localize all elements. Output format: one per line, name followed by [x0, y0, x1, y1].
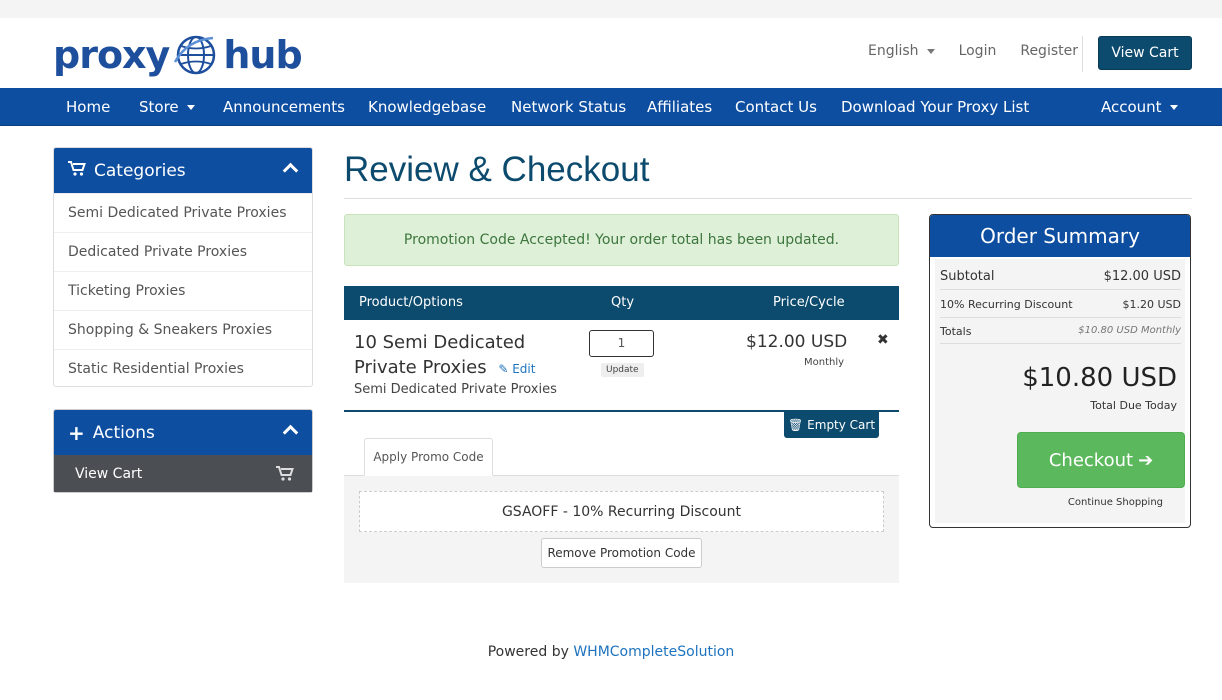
logo[interactable]: proxy hub	[53, 30, 303, 80]
quantity-input[interactable]: 1	[589, 330, 654, 357]
empty-cart-label: Empty Cart	[807, 418, 876, 432]
totals-row: Totals $10.80 USD Monthly	[940, 325, 1181, 338]
actions-panel: + Actions View Cart	[53, 409, 313, 493]
action-view-cart-label: View Cart	[75, 465, 143, 482]
trash-icon: 🗑	[787, 418, 804, 432]
view-cart-button[interactable]: View Cart	[1098, 36, 1192, 70]
discount-label: 10% Recurring Discount	[940, 298, 1073, 311]
action-view-cart[interactable]: View Cart	[54, 455, 312, 492]
nav-affiliates[interactable]: Affiliates	[647, 88, 712, 126]
category-shopping-sneakers[interactable]: Shopping & Sneakers Proxies	[54, 310, 312, 349]
checkout-button[interactable]: Checkout ➔	[1017, 432, 1185, 488]
column-product: Product/Options	[359, 295, 463, 310]
actions-title: Actions	[92, 422, 155, 443]
nav-account[interactable]: Account	[1101, 88, 1178, 126]
product-group: Semi Dedicated Private Proxies	[354, 382, 557, 397]
language-selector[interactable]: English	[868, 43, 935, 59]
discount-value: $1.20 USD	[1122, 298, 1182, 311]
actions-header[interactable]: + Actions	[54, 410, 312, 455]
empty-cart-button[interactable]: 🗑 Empty Cart	[784, 412, 879, 438]
title-divider	[344, 198, 1192, 199]
remove-item-icon[interactable]: ✖	[877, 332, 889, 348]
continue-shopping-link[interactable]: Continue Shopping	[1068, 497, 1163, 508]
cart-table-header: Product/Options Qty Price/Cycle	[344, 286, 899, 320]
totals-value: $10.80 USD Monthly	[1078, 325, 1181, 336]
language-label: English	[868, 43, 919, 59]
subtotal-row: Subtotal $12.00 USD	[940, 269, 1181, 284]
chevron-up-icon[interactable]	[282, 162, 299, 179]
product-name: 10 Semi Dedicated Private Proxies ✎ Edit	[354, 330, 554, 382]
logo-text-hub: hub	[223, 33, 302, 77]
chevron-down-icon	[926, 48, 935, 54]
column-price: Price/Cycle	[773, 295, 845, 310]
nav-announcements[interactable]: Announcements	[223, 88, 345, 126]
page-title: Review & Checkout	[344, 150, 650, 189]
applied-promo-code: GSAOFF - 10% Recurring Discount	[359, 491, 884, 532]
footer-link[interactable]: WHMCompleteSolution	[573, 644, 734, 660]
order-summary-title: Order Summary	[930, 215, 1190, 257]
site-header: proxy hub English Login Register View Ca…	[0, 18, 1222, 88]
nav-account-label: Account	[1101, 98, 1162, 116]
chevron-up-icon[interactable]	[282, 424, 299, 441]
chevron-down-icon	[1169, 105, 1178, 110]
order-summary: Order Summary Subtotal $12.00 USD 10% Re…	[929, 214, 1191, 528]
pencil-icon: ✎	[498, 362, 509, 376]
order-summary-body: Subtotal $12.00 USD 10% Recurring Discou…	[935, 259, 1185, 523]
top-strip	[0, 0, 1222, 18]
nav-network-status[interactable]: Network Status	[511, 88, 626, 126]
remove-promotion-code-button[interactable]: Remove Promotion Code	[541, 538, 702, 568]
nav-knowledgebase[interactable]: Knowledgebase	[368, 88, 486, 126]
total-due-label: Total Due Today	[1090, 399, 1177, 412]
category-dedicated[interactable]: Dedicated Private Proxies	[54, 232, 312, 271]
category-ticketing[interactable]: Ticketing Proxies	[54, 271, 312, 310]
cart-item-row: 10 Semi Dedicated Private Proxies ✎ Edit…	[344, 320, 899, 412]
category-static-residential[interactable]: Static Residential Proxies	[54, 349, 312, 388]
subtotal-value: $12.00 USD	[1103, 269, 1181, 284]
total-due-amount: $10.80 USD	[1022, 363, 1177, 393]
discount-row: 10% Recurring Discount $1.20 USD	[940, 298, 1181, 311]
cart-icon	[276, 466, 294, 485]
header-divider	[1082, 36, 1083, 72]
categories-header[interactable]: Categories	[54, 148, 312, 193]
categories-panel: Categories Semi Dedicated Private Proxie…	[53, 147, 313, 387]
summary-divider	[940, 289, 1181, 290]
billing-cycle: Monthly	[804, 357, 845, 368]
footer: Powered by WHMCompleteSolution	[0, 644, 1222, 660]
plus-icon: +	[68, 420, 85, 445]
cart-icon	[68, 161, 86, 180]
totals-label: Totals	[940, 325, 972, 338]
nav-store-label: Store	[139, 98, 179, 116]
column-qty: Qty	[611, 295, 635, 310]
tab-apply-promo-code[interactable]: Apply Promo Code	[364, 438, 493, 476]
nav-home[interactable]: Home	[66, 88, 110, 126]
item-price: $12.00 USD	[746, 332, 848, 352]
nav-store[interactable]: Store	[139, 88, 195, 126]
main-nav: Home Store Announcements Knowledgebase N…	[0, 88, 1222, 126]
edit-label: Edit	[512, 362, 536, 376]
footer-prefix: Powered by	[487, 644, 569, 660]
login-link[interactable]: Login	[959, 43, 997, 59]
register-link[interactable]: Register	[1020, 43, 1078, 59]
category-semi-dedicated[interactable]: Semi Dedicated Private Proxies	[54, 193, 312, 232]
categories-title: Categories	[94, 160, 186, 181]
checkout-label: Checkout	[1048, 449, 1134, 471]
summary-divider	[940, 343, 1181, 344]
arrow-right-icon: ➔	[1138, 449, 1154, 471]
nav-download-proxy-list[interactable]: Download Your Proxy List	[841, 88, 1029, 126]
edit-link[interactable]: ✎ Edit	[498, 362, 535, 376]
header-links: English Login Register	[868, 43, 1078, 59]
subtotal-label: Subtotal	[940, 269, 995, 284]
logo-text-proxy: proxy	[53, 33, 170, 77]
nav-contact-us[interactable]: Contact Us	[735, 88, 817, 126]
update-button[interactable]: Update	[601, 363, 644, 377]
chevron-down-icon	[186, 105, 195, 110]
summary-divider	[940, 317, 1181, 318]
globe-icon	[174, 35, 216, 75]
promo-success-alert: Promotion Code Accepted! Your order tota…	[344, 214, 899, 266]
